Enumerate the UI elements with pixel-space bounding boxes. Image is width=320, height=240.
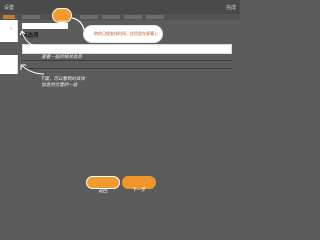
tooltip-text: 他的日程安排时间，应用里在屏幕上: [94, 31, 158, 36]
annotation-note-bottom: 下面，可以看到的具体 信息的位置的一些: [40, 77, 85, 88]
divider: [22, 68, 232, 69]
header-left-text[interactable]: 设置: [4, 4, 14, 11]
tooltip-bubble: 他的日程安排时间，应用里在屏幕上: [83, 25, 163, 43]
side-drawer-panel[interactable]: ›: [0, 20, 18, 42]
toolbar-item[interactable]: [102, 15, 120, 19]
chevron-right-icon: ›: [10, 26, 12, 32]
toolbar-item[interactable]: [146, 15, 164, 19]
next-button-label: 下一步: [132, 188, 146, 193]
side-drawer-panel-lower[interactable]: [0, 55, 18, 74]
header-right-text[interactable]: 完成: [226, 4, 236, 11]
previous-button-label: 返回: [98, 189, 108, 194]
annotation-arrow: [19, 30, 37, 47]
highlighted-tab[interactable]: 添加: [52, 8, 72, 26]
toolbar-back-button[interactable]: [3, 15, 15, 19]
next-button[interactable]: 下一步: [122, 176, 156, 193]
toolbar-item[interactable]: [124, 15, 142, 19]
previous-button[interactable]: 返回: [86, 176, 120, 194]
annotation-arrow: [20, 64, 45, 75]
annotation-note-top: 点击上面的添加设置 查看一些的相关信息: [40, 49, 82, 60]
toolbar-item[interactable]: [22, 15, 40, 19]
